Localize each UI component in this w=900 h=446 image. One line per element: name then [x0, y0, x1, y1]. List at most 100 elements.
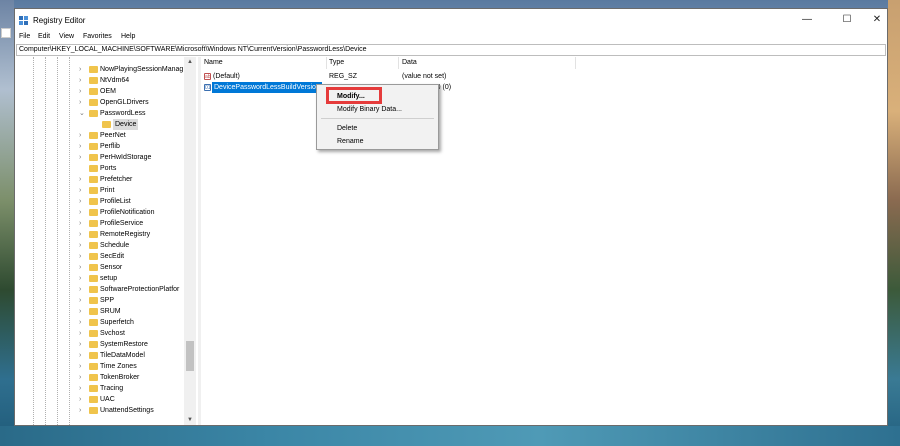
tree-item[interactable]: › Schedule — [16, 240, 184, 251]
column-header-type[interactable]: Type — [329, 59, 344, 66]
folder-icon — [89, 66, 98, 73]
expand-chevron-icon[interactable]: › — [79, 383, 81, 394]
expand-chevron-icon[interactable]: › — [79, 86, 81, 97]
scroll-down-icon[interactable]: ▼ — [184, 415, 196, 425]
menu-help[interactable]: Help — [121, 33, 135, 40]
tree-item[interactable]: › Superfetch — [16, 317, 184, 328]
expand-chevron-icon[interactable]: › — [79, 185, 81, 196]
expand-chevron-icon[interactable]: › — [79, 405, 81, 416]
expand-chevron-icon[interactable]: › — [79, 339, 81, 350]
expand-chevron-icon[interactable]: › — [79, 273, 81, 284]
expand-chevron-icon[interactable]: › — [79, 361, 81, 372]
tree-item[interactable]: › Svchost — [16, 328, 184, 339]
tree-item[interactable]: › SecEdit — [16, 251, 184, 262]
folder-icon — [89, 220, 98, 227]
tree-item[interactable]: › ProfileList — [16, 196, 184, 207]
column-header-data[interactable]: Data — [402, 59, 417, 66]
expand-chevron-icon[interactable]: › — [79, 317, 81, 328]
tree-item-label: PerHwIdStorage — [100, 154, 152, 161]
tree-item[interactable]: › TokenBroker — [16, 372, 184, 383]
close-button[interactable]: ✕ — [861, 9, 893, 31]
expand-chevron-icon[interactable]: › — [79, 141, 81, 152]
expand-chevron-icon[interactable]: › — [79, 229, 81, 240]
tree-item-label: SRUM — [100, 308, 121, 315]
expand-chevron-icon[interactable]: › — [79, 251, 81, 262]
tree-item[interactable]: › UAC — [16, 394, 184, 405]
menu-file[interactable]: File — [19, 33, 30, 40]
tree-item[interactable]: › setup — [16, 273, 184, 284]
tree-item[interactable]: › SystemRestore — [16, 339, 184, 350]
expand-chevron-icon[interactable]: › — [79, 152, 81, 163]
tree-item[interactable]: › Time Zones — [16, 361, 184, 372]
column-divider[interactable] — [575, 57, 576, 69]
expand-chevron-icon[interactable]: › — [79, 350, 81, 361]
folder-icon — [89, 176, 98, 183]
menu-view[interactable]: View — [59, 33, 74, 40]
tree-item[interactable]: › OpenGLDrivers — [16, 97, 184, 108]
expand-chevron-icon[interactable]: › — [79, 372, 81, 383]
column-divider[interactable] — [326, 57, 327, 69]
tree-item[interactable]: › TileDataModel — [16, 350, 184, 361]
expand-chevron-icon[interactable]: › — [79, 284, 81, 295]
tree-item[interactable]: › Prefetcher — [16, 174, 184, 185]
tree-item-label: TokenBroker — [100, 374, 140, 381]
tree-item[interactable]: › SPP — [16, 295, 184, 306]
minimize-button[interactable]: — — [791, 9, 823, 31]
column-header-name[interactable]: Name — [204, 59, 223, 66]
value-row-device-password-less-build-version[interactable]: 01 DevicePasswordLessBuildVersion 0x0000… — [202, 82, 887, 93]
menu-edit[interactable]: Edit — [38, 33, 50, 40]
tree-item[interactable]: › Tracing — [16, 383, 184, 394]
tree-item[interactable]: › NowPlayingSessionManag — [16, 64, 184, 75]
registry-editor-window: Registry Editor — ☐ ✕ File Edit View Fav… — [14, 8, 888, 426]
scrollbar-thumb[interactable] — [186, 341, 194, 371]
tree-item[interactable]: › RemoteRegistry — [16, 229, 184, 240]
expand-chevron-icon[interactable]: › — [79, 240, 81, 251]
menu-favorites[interactable]: Favorites — [83, 33, 112, 40]
key-tree-pane[interactable]: › NowPlayingSessionManag › NtVdm64 › OEM › Open… — [16, 57, 197, 425]
context-menu-rename[interactable]: Rename — [317, 136, 438, 147]
value-row-default[interactable]: ab (Default) REG_SZ (value not set) — [202, 71, 887, 82]
expand-chevron-icon[interactable]: › — [79, 64, 81, 75]
expand-chevron-icon[interactable]: › — [79, 207, 81, 218]
expand-chevron-icon[interactable]: › — [79, 75, 81, 86]
column-divider[interactable] — [398, 57, 399, 69]
expand-chevron-icon[interactable]: › — [79, 218, 81, 229]
tree-item[interactable]: › Print — [16, 185, 184, 196]
desktop-file-icon[interactable] — [1, 28, 11, 38]
tree-item[interactable]: Ports — [16, 163, 184, 174]
context-menu-delete[interactable]: Delete — [317, 123, 438, 134]
expand-chevron-icon[interactable]: › — [79, 262, 81, 273]
expand-chevron-icon[interactable]: › — [79, 394, 81, 405]
expand-chevron-icon[interactable]: › — [79, 328, 81, 339]
desktop-wallpaper-left — [0, 0, 14, 446]
expand-chevron-icon[interactable]: › — [79, 97, 81, 108]
expand-chevron-icon[interactable]: › — [79, 196, 81, 207]
expand-chevron-icon[interactable]: › — [79, 295, 81, 306]
tree-item[interactable]: › UnattendSettings — [16, 405, 184, 416]
title-bar[interactable]: Registry Editor — ☐ ✕ — [15, 9, 887, 31]
values-list-pane[interactable]: Name Type Data ab (Default) REG_SZ (valu… — [202, 57, 887, 425]
tree-item[interactable]: › PeerNet — [16, 130, 184, 141]
context-menu-modify-binary-data[interactable]: Modify Binary Data... — [317, 104, 438, 115]
tree-item[interactable]: › ProfileService — [16, 218, 184, 229]
folder-icon — [89, 242, 98, 249]
pane-splitter[interactable] — [198, 57, 201, 425]
tree-item[interactable]: › SRUM — [16, 306, 184, 317]
address-bar[interactable]: Computer\HKEY_LOCAL_MACHINE\SOFTWARE\Mic… — [16, 44, 886, 56]
maximize-button[interactable]: ☐ — [831, 9, 863, 31]
scroll-up-icon[interactable]: ▲ — [184, 57, 196, 67]
tree-item[interactable]: › ProfileNotification — [16, 207, 184, 218]
tree-item[interactable]: › NtVdm64 — [16, 75, 184, 86]
tree-item[interactable]: Device — [16, 119, 184, 130]
tree-item[interactable]: › OEM — [16, 86, 184, 97]
tree-item[interactable]: ⌄ PasswordLess — [16, 108, 184, 119]
expand-chevron-icon[interactable]: › — [79, 130, 81, 141]
tree-scrollbar[interactable]: ▲ ▼ — [184, 57, 196, 425]
expand-chevron-icon[interactable]: › — [79, 174, 81, 185]
tree-item[interactable]: › SoftwareProtectionPlatfor — [16, 284, 184, 295]
tree-item[interactable]: › Sensor — [16, 262, 184, 273]
expand-chevron-icon[interactable]: › — [79, 306, 81, 317]
tree-item[interactable]: › Perflib — [16, 141, 184, 152]
expand-chevron-icon[interactable]: ⌄ — [79, 108, 85, 119]
tree-item[interactable]: › PerHwIdStorage — [16, 152, 184, 163]
